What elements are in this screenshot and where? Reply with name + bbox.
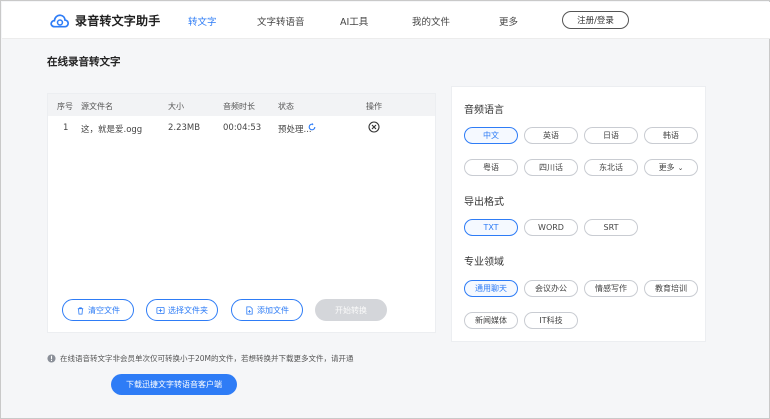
notice-text: 在线语音转文字非会员单次仅可转换小于20M的文件，若想转换并下载更多文件，请开通 [60, 354, 354, 363]
row-status: 预处理... [278, 125, 312, 135]
member-notice: 在线语音转文字非会员单次仅可转换小于20M的文件，若想转换并下载更多文件，请开通 [47, 353, 354, 364]
loading-spinner-icon [308, 123, 316, 131]
col-operation: 操作 [366, 102, 382, 111]
app-window: 录音转文字助手 转文字 文字转语音 AI工具 我的文件 更多 注册/登录 在线录… [0, 0, 770, 419]
download-client-button[interactable]: 下载迅捷文字转语音客户端 [111, 374, 237, 395]
audio-language-title: 音频语言 [464, 105, 504, 116]
col-duration: 音频时长 [223, 102, 255, 111]
lang-option-northeastern[interactable]: 东北话 [584, 159, 638, 176]
export-format-title: 导出格式 [464, 197, 504, 208]
lang-option-chinese[interactable]: 中文 [464, 127, 518, 144]
lang-option-english[interactable]: 英语 [524, 127, 578, 144]
format-option-txt[interactable]: TXT [464, 219, 518, 236]
row-duration: 00:04:53 [223, 123, 262, 133]
delete-circle-icon[interactable] [368, 121, 380, 133]
row-size: 2.23MB [168, 123, 201, 133]
domain-option-education[interactable]: 教育培训 [644, 280, 698, 297]
select-folder-button[interactable]: 选择文件夹 [146, 299, 218, 321]
page-title: 在线录音转文字 [47, 56, 121, 68]
nav-item-more[interactable]: 更多 [499, 14, 518, 28]
add-file-label: 添加文件 [257, 305, 289, 315]
clear-files-button[interactable]: 清空文件 [62, 299, 134, 321]
table-header: 序号 源文件名 大小 音频时长 状态 操作 [48, 94, 435, 116]
lang-option-cantonese[interactable]: 粤语 [464, 159, 518, 176]
domain-option-it-tech[interactable]: IT科技 [524, 312, 578, 329]
nav-item-text-to-speech[interactable]: 文字转语音 [257, 14, 305, 28]
domain-title: 专业领域 [464, 257, 504, 268]
start-convert-button[interactable]: 开始转换 [315, 299, 387, 321]
domain-option-news-media[interactable]: 新闻媒体 [464, 312, 518, 329]
col-size: 大小 [168, 102, 184, 111]
domain-option-general-chat[interactable]: 通用聊天 [464, 280, 518, 297]
app-name: 录音转文字助手 [75, 14, 161, 28]
lang-option-sichuanese[interactable]: 四川话 [524, 159, 578, 176]
clear-files-label: 清空文件 [88, 305, 120, 315]
format-option-srt[interactable]: SRT [584, 219, 638, 236]
top-header: 录音转文字助手 转文字 文字转语音 AI工具 我的文件 更多 注册/登录 [2, 2, 770, 39]
domain-option-meeting[interactable]: 会议办公 [524, 280, 578, 297]
trash-icon [77, 306, 84, 315]
settings-panel: 音频语言 中文 英语 日语 韩语 粤语 四川话 东北话 更多 ⌄ 导出格式 TX… [451, 86, 706, 342]
select-folder-label: 选择文件夹 [168, 305, 208, 315]
folder-icon [156, 306, 165, 314]
login-button[interactable]: 注册/登录 [562, 11, 629, 29]
row-index: 1 [63, 123, 69, 133]
format-option-word[interactable]: WORD [524, 219, 578, 236]
table-row[interactable]: 1 这，就是爱.ogg 2.23MB 00:04:53 预处理... [48, 118, 435, 138]
add-file-button[interactable]: 添加文件 [231, 299, 303, 321]
cloud-logo-icon [50, 13, 69, 28]
logo[interactable]: 录音转文字助手 [50, 12, 160, 29]
file-add-icon [246, 305, 253, 315]
lang-more-dropdown[interactable]: 更多 ⌄ [644, 159, 698, 176]
file-list-panel: 序号 源文件名 大小 音频时长 状态 操作 1 这，就是爱.ogg 2.23MB… [47, 93, 436, 333]
nav-item-speech-to-text[interactable]: 转文字 [188, 14, 217, 28]
domain-option-emotional-writing[interactable]: 情感写作 [584, 280, 638, 297]
lang-more-label: 更多 [658, 163, 675, 172]
lang-option-japanese[interactable]: 日语 [584, 127, 638, 144]
row-filename: 这，就是爱.ogg [81, 125, 143, 135]
info-icon [47, 354, 56, 363]
nav-item-my-files[interactable]: 我的文件 [412, 14, 450, 28]
nav-item-ai-tools[interactable]: AI工具 [340, 14, 368, 28]
col-filename: 源文件名 [81, 102, 113, 111]
col-status: 状态 [278, 102, 294, 111]
lang-option-korean[interactable]: 韩语 [644, 127, 698, 144]
chevron-down-icon: ⌄ [677, 163, 684, 172]
start-convert-label: 开始转换 [335, 305, 367, 315]
col-index: 序号 [57, 102, 73, 111]
